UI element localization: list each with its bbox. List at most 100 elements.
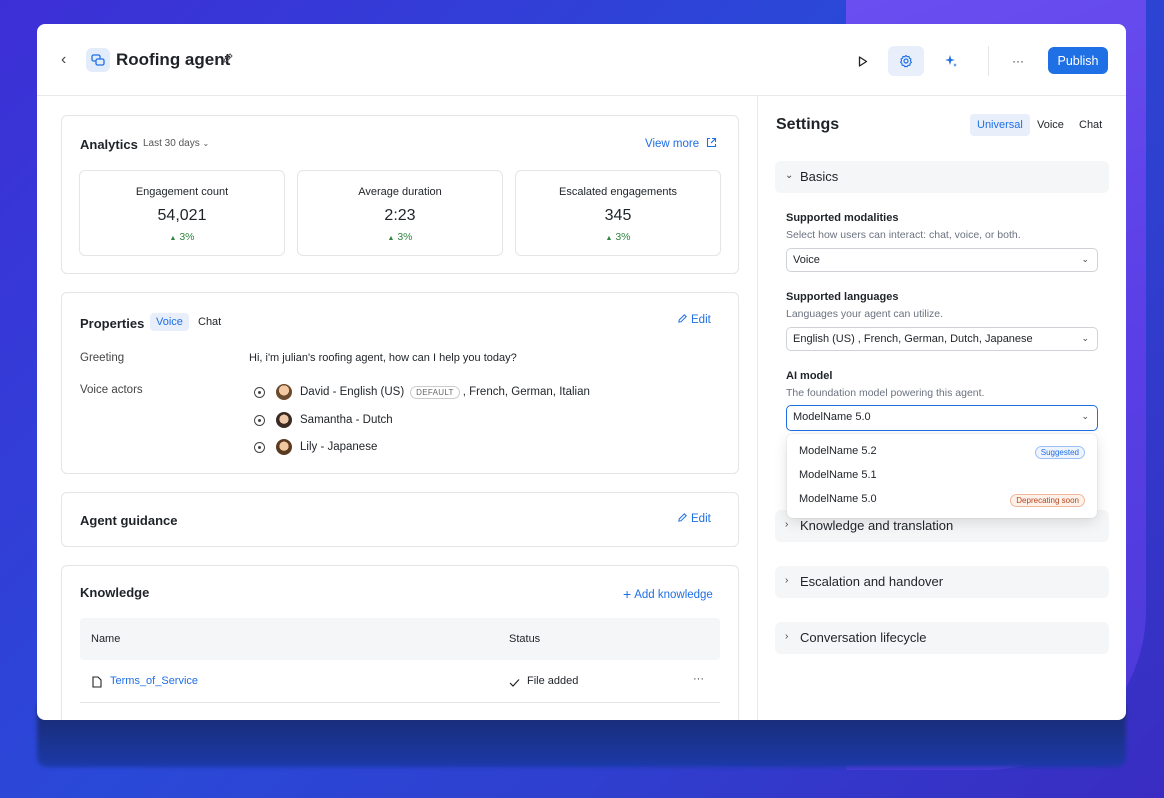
modalities-label: Supported modalities (786, 212, 899, 224)
external-link-icon (706, 137, 717, 151)
pencil-icon[interactable] (222, 52, 234, 67)
trend-up-icon: ▲ (605, 235, 613, 242)
metric-card: Engagement count 54,021 ▲ 3% (79, 170, 285, 256)
languages-select[interactable]: English (US) , French, German, Dutch, Ja… (786, 327, 1098, 351)
agent-guidance-card: Agent guidance Edit (61, 492, 739, 547)
suggested-badge: Suggested (1034, 446, 1085, 459)
edit-label: Edit (691, 314, 711, 326)
languages-label: Supported languages (786, 291, 899, 303)
analytics-title: Analytics (80, 137, 138, 152)
file-status: File added (527, 675, 579, 687)
analytics-card: Analytics Last 30 days ⌄ View more Engag… (61, 115, 739, 274)
agent-icon (86, 48, 110, 72)
publish-button[interactable]: Publish (1048, 47, 1108, 74)
actor-extra-languages: , French, German, Italian (462, 386, 590, 398)
knowledge-card: Knowledge + Add knowledge Name Status Ter… (61, 565, 739, 720)
section-label: Conversation lifecycle (800, 630, 927, 645)
model-select[interactable]: ModelName 5.0 ⌄ (786, 405, 1098, 431)
chevron-down-icon: ⌄ (202, 139, 210, 148)
segment-chat[interactable]: Chat (1072, 114, 1109, 136)
chevron-left-icon[interactable]: ‹ (61, 51, 66, 69)
segment-voice[interactable]: Voice (1030, 114, 1071, 136)
check-icon (509, 675, 520, 693)
chevron-down-icon: ⌄ (785, 170, 794, 181)
avatar (276, 384, 292, 400)
properties-title: Properties (80, 316, 145, 331)
deprecating-badge: Deprecating soon (1010, 494, 1085, 507)
sparkle-icon[interactable] (933, 46, 969, 76)
pencil-icon (677, 512, 688, 526)
file-icon (92, 675, 102, 693)
trend-up-icon: ▲ (169, 235, 177, 242)
metric-delta-value: 3% (179, 231, 195, 243)
section-label: Escalation and handover (800, 574, 944, 589)
model-option[interactable]: ModelName 5.0 (799, 493, 877, 505)
row-more-button[interactable]: ··· (693, 673, 704, 685)
actor-name: Samantha - Dutch (300, 414, 393, 426)
view-more-link[interactable]: View more (645, 137, 717, 151)
metric-value: 2:23 (384, 207, 416, 224)
radio-play-icon[interactable] (254, 414, 265, 426)
model-option[interactable]: ModelName 5.1 (799, 469, 877, 481)
section-conversation-lifecycle[interactable]: › Conversation lifecycle (775, 622, 1109, 654)
segment-universal[interactable]: Universal (970, 114, 1030, 136)
actor-name: Lily - Japanese (300, 441, 378, 453)
chevron-down-icon: ⌄ (1081, 254, 1089, 264)
tab-voice[interactable]: Voice (150, 313, 189, 331)
gear-icon[interactable] (888, 46, 924, 76)
range-label: Last 30 days (143, 138, 200, 149)
avatar (276, 412, 292, 428)
plus-icon: + (623, 586, 632, 602)
edit-properties-button[interactable]: Edit (677, 313, 711, 327)
main-panel: Analytics Last 30 days ⌄ View more Engag… (37, 96, 757, 720)
top-bar: ‹ Roofing agent ··· Publish (37, 24, 1126, 96)
greeting-value: Hi, i'm julian's roofing agent, how can … (249, 352, 517, 364)
chevron-down-icon: ⌄ (1081, 333, 1089, 343)
metric-delta: ▲ 3% (80, 231, 284, 243)
metric-delta-value: 3% (397, 231, 413, 243)
metric-card: Average duration 2:23 ▲ 3% (297, 170, 503, 256)
metric-value: 345 (604, 207, 632, 224)
table-row[interactable]: Terms_of_Service File added ··· (80, 660, 720, 703)
model-help: The foundation model powering this agent… (786, 387, 985, 399)
agent-guidance-title: Agent guidance (80, 513, 178, 528)
knowledge-title: Knowledge (80, 585, 150, 600)
radio-play-icon[interactable] (254, 441, 265, 453)
edit-guidance-button[interactable]: Edit (677, 512, 711, 526)
range-select[interactable]: Last 30 days ⌄ (143, 138, 209, 149)
modalities-select[interactable]: Voice ⌄ (786, 248, 1098, 272)
voice-actor-row[interactable]: Lily - Japanese (254, 439, 377, 455)
pencil-icon (677, 313, 688, 327)
file-name-link[interactable]: Terms_of_Service (110, 675, 198, 687)
properties-card: Properties Voice Chat Edit Greeting Hi, … (61, 292, 739, 474)
radio-play-icon[interactable] (254, 386, 265, 398)
tab-chat[interactable]: Chat (192, 313, 227, 331)
voice-actor-row[interactable]: Samantha - Dutch (254, 412, 393, 428)
toolbar-divider (988, 46, 989, 76)
voice-actor-row[interactable]: David - English (US) DEFAULT , French, G… (254, 384, 590, 400)
avatar (276, 439, 292, 455)
metric-delta: ▲ 3% (516, 231, 720, 243)
column-header-name: Name (91, 633, 121, 645)
greeting-label: Greeting (80, 352, 125, 364)
model-option[interactable]: ModelName 5.2 (799, 445, 877, 457)
section-escalation-handover[interactable]: › Escalation and handover (775, 566, 1109, 598)
model-dropdown-menu: ModelName 5.2 Suggested ModelName 5.1 Mo… (787, 434, 1097, 518)
settings-title: Settings (776, 116, 840, 133)
column-header-status: Status (509, 633, 541, 645)
table-header: Name Status (80, 618, 720, 660)
add-knowledge-label: Add knowledge (634, 589, 713, 601)
play-icon[interactable] (845, 46, 881, 76)
metric-label: Escalated engagements (558, 186, 678, 198)
model-label: AI model (786, 370, 833, 382)
metric-label: Average duration (358, 186, 442, 198)
default-badge: DEFAULT (410, 385, 460, 399)
more-button[interactable]: ··· (1000, 46, 1036, 76)
agent-title: Roofing agent (116, 50, 231, 69)
select-value: ModelName 5.0 (793, 411, 871, 423)
metric-card: Escalated engagements 345 ▲ 3% (515, 170, 721, 256)
section-basics[interactable]: ⌄ Basics (775, 161, 1109, 193)
select-value: English (US) , French, German, Dutch, Ja… (793, 333, 1033, 345)
add-knowledge-button[interactable]: + Add knowledge (623, 586, 713, 602)
edit-label: Edit (691, 513, 711, 525)
